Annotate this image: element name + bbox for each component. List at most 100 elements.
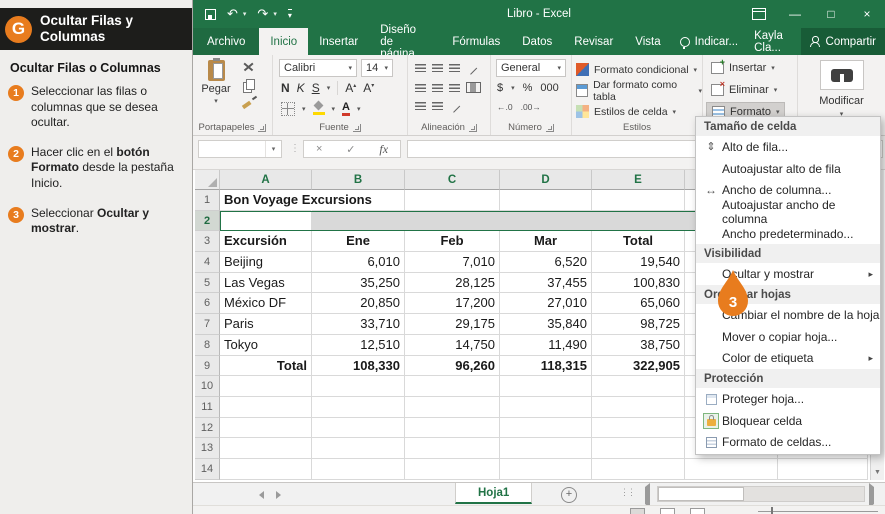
column-header-b[interactable]: B	[312, 170, 405, 190]
cell-e13[interactable]	[592, 438, 685, 459]
row-header-12[interactable]: 12	[195, 418, 220, 439]
row-header-6[interactable]: 6	[195, 293, 220, 314]
close-button[interactable]: ×	[849, 0, 885, 28]
cell-c13[interactable]	[405, 438, 500, 459]
tab-archivo[interactable]: Archivo	[193, 28, 259, 55]
format-painter-icon[interactable]	[241, 96, 257, 110]
insert-function-icon[interactable]: fx	[379, 142, 388, 157]
cell-a4[interactable]: Beijing	[220, 252, 312, 273]
copy-icon[interactable]	[241, 78, 257, 92]
merge-center-icon[interactable]	[466, 82, 481, 93]
tab-inicio[interactable]: Inicio	[259, 28, 308, 55]
column-header-d[interactable]: D	[500, 170, 592, 190]
cell-d10[interactable]	[500, 376, 592, 397]
row-header-13[interactable]: 13	[195, 438, 220, 459]
dialog-launcher-icon[interactable]	[258, 124, 266, 132]
currency-dropdown-icon[interactable]: ▾	[511, 84, 515, 92]
align-right-icon[interactable]	[449, 84, 460, 92]
fill-color-icon[interactable]	[313, 102, 325, 115]
cell-c4[interactable]: 7,010	[405, 252, 500, 273]
cell-c6[interactable]: 17,200	[405, 293, 500, 314]
ribbon-display-options-icon[interactable]	[741, 0, 777, 28]
splitter-dots[interactable]: ⋮⋮	[620, 487, 634, 498]
cell-a6[interactable]: México DF	[220, 293, 312, 314]
row-header-11[interactable]: 11	[195, 397, 220, 418]
cell-b4[interactable]: 6,010	[312, 252, 405, 273]
hscroll-right-icon[interactable]	[869, 487, 878, 505]
cell-e2[interactable]	[592, 211, 685, 232]
cell-c12[interactable]	[405, 418, 500, 439]
cell-e8[interactable]: 38,750	[592, 335, 685, 356]
cell-b13[interactable]	[312, 438, 405, 459]
cell-g14[interactable]	[778, 459, 868, 480]
style-button-dar-formato-como-tabla[interactable]: Dar formato como tabla▾	[576, 81, 702, 100]
menu-item-autoajustar-ancho-de-columna[interactable]: Autoajustar ancho de columna	[696, 201, 880, 223]
maximize-button[interactable]: □	[813, 0, 849, 28]
cell-e6[interactable]: 65,060	[592, 293, 685, 314]
cell-a12[interactable]	[220, 418, 312, 439]
shrink-font-button[interactable]: A	[363, 81, 374, 95]
menu-item-autoajustar-alto-de-fila[interactable]: Autoajustar alto de fila	[696, 158, 880, 180]
decrease-indent-icon[interactable]	[415, 102, 426, 110]
align-middle-icon[interactable]	[432, 64, 443, 72]
cell-b12[interactable]	[312, 418, 405, 439]
cell-d1[interactable]	[500, 190, 592, 211]
cell-a5[interactable]: Las Vegas	[220, 273, 312, 294]
cell-b14[interactable]	[312, 459, 405, 480]
cell-e1[interactable]	[592, 190, 685, 211]
number-format-select[interactable]: General ▾	[496, 59, 566, 77]
cell-d5[interactable]: 37,455	[500, 273, 592, 294]
cells-button-eliminar[interactable]: Eliminar▾	[706, 80, 782, 100]
account-button[interactable]: Kayla Cla...	[746, 28, 800, 55]
cell-d3[interactable]: Mar	[500, 231, 592, 252]
name-box[interactable]	[199, 141, 265, 157]
menu-item-bloquear-celda[interactable]: Bloquear celda	[696, 410, 880, 432]
cell-e9[interactable]: 322,905	[592, 356, 685, 377]
tab-insertar[interactable]: Insertar	[308, 28, 369, 55]
underline-button[interactable]: S	[312, 81, 320, 95]
cell-e4[interactable]: 19,540	[592, 252, 685, 273]
hscroll-thumb[interactable]	[658, 487, 744, 501]
row-header-9[interactable]: 9	[195, 356, 220, 377]
tab-diseno-de-pagina[interactable]: Diseño de página	[369, 28, 441, 55]
cell-c3[interactable]: Feb	[405, 231, 500, 252]
dialog-launcher-icon[interactable]	[353, 124, 361, 132]
style-button-formato-condicional[interactable]: Formato condicional▾	[576, 60, 697, 79]
menu-item-mover-o-copiar-hoja[interactable]: Mover o copiar hoja...	[696, 326, 880, 348]
page-break-view-icon[interactable]	[690, 508, 705, 514]
horizontal-scrollbar[interactable]	[657, 486, 865, 502]
row-header-14[interactable]: 14	[195, 459, 220, 480]
cell-a14[interactable]	[220, 459, 312, 480]
font-size-select[interactable]: 14 ▾	[361, 59, 393, 77]
cell-c8[interactable]: 14,750	[405, 335, 500, 356]
tab-revisar[interactable]: Revisar	[563, 28, 624, 55]
next-sheet-icon[interactable]	[276, 491, 285, 499]
dialog-launcher-icon[interactable]	[469, 124, 477, 132]
cell-c14[interactable]	[405, 459, 500, 480]
cell-a1[interactable]: Bon Voyage Excursions	[220, 190, 312, 211]
percent-button[interactable]: %	[523, 82, 533, 94]
cell-d8[interactable]: 11,490	[500, 335, 592, 356]
increase-decimal-icon[interactable]: ←.0	[497, 102, 513, 112]
font-color-icon[interactable]: A	[342, 101, 350, 116]
bold-button[interactable]: N	[281, 81, 290, 95]
fill-dropdown-icon[interactable]: ▾	[332, 105, 336, 113]
cell-b7[interactable]: 33,710	[312, 314, 405, 335]
cell-a9[interactable]: Total	[220, 356, 312, 377]
cell-b5[interactable]: 35,250	[312, 273, 405, 294]
cell-b3[interactable]: Ene	[312, 231, 405, 252]
share-button[interactable]: Compartir	[801, 28, 885, 55]
scroll-down-icon[interactable]: ▼	[871, 466, 884, 480]
cancel-icon[interactable]: ×	[316, 143, 322, 155]
page-layout-view-icon[interactable]	[660, 508, 675, 514]
tell-me-button[interactable]: Indicar...	[672, 28, 746, 55]
row-header-10[interactable]: 10	[195, 376, 220, 397]
cell-a3[interactable]: Excursión	[220, 231, 312, 252]
menu-item-ancho-predeterminado[interactable]: Ancho predeterminado...	[696, 223, 880, 245]
column-header-a[interactable]: A	[220, 170, 312, 190]
cell-e12[interactable]	[592, 418, 685, 439]
minimize-button[interactable]: —	[777, 0, 813, 28]
wrap-text-icon[interactable]	[447, 99, 460, 112]
cell-e11[interactable]	[592, 397, 685, 418]
cell-e14[interactable]	[592, 459, 685, 480]
